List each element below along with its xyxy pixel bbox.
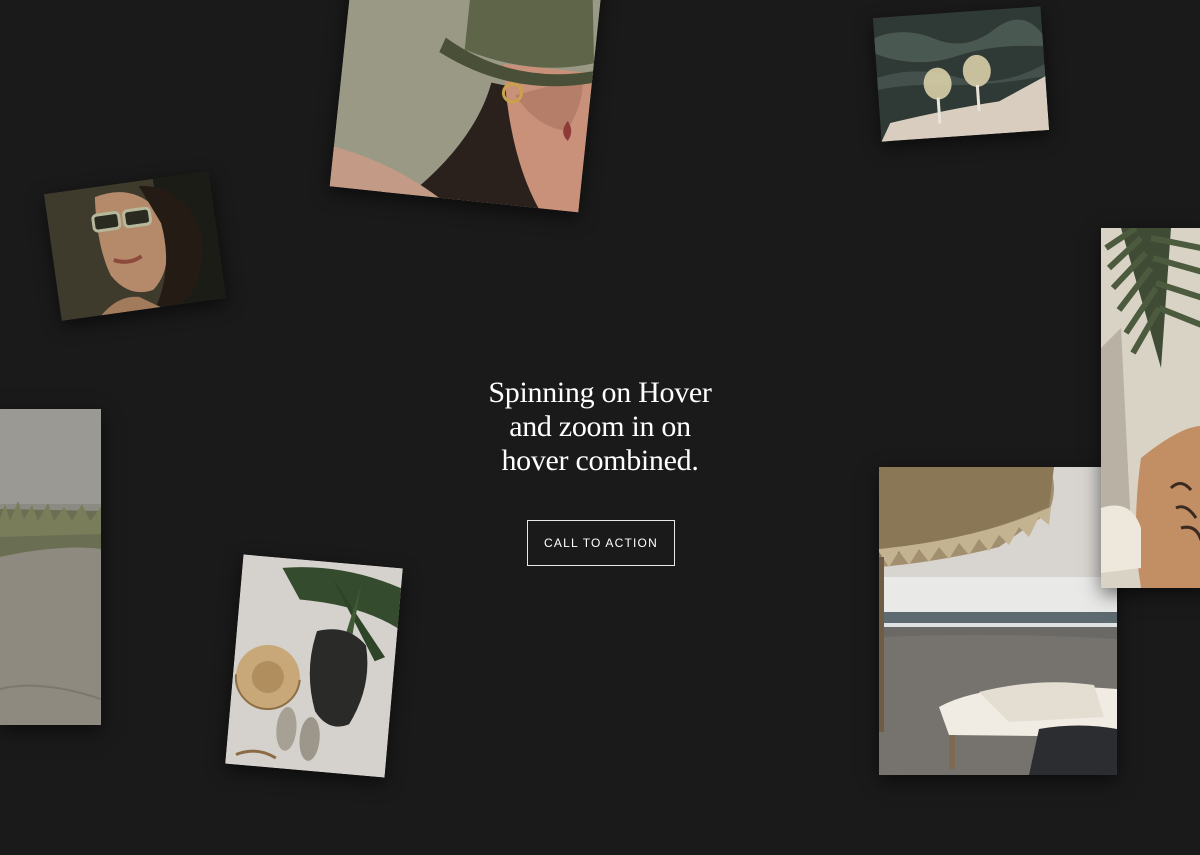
hero-heading-line-1: Spinning on Hover xyxy=(488,376,712,409)
photo-beach-flatlay[interactable] xyxy=(225,554,403,778)
call-to-action-button[interactable]: CALL TO ACTION xyxy=(527,520,675,566)
wine-pool-image xyxy=(872,6,1050,142)
photo-beach-lounger[interactable] xyxy=(879,467,1117,775)
gallery-stage: Spinning on Hover and zoom in on hover c… xyxy=(0,0,1200,855)
bucket-hat-image xyxy=(329,0,603,213)
palm-image xyxy=(1101,228,1200,588)
photo-wine-by-pool[interactable] xyxy=(872,6,1050,142)
hero-heading-line-3: hover combined. xyxy=(501,444,699,477)
flatlay-image xyxy=(225,554,403,778)
photo-palm-shadow[interactable] xyxy=(1101,228,1200,588)
photo-sand-dunes[interactable] xyxy=(0,409,101,725)
lounger-image xyxy=(879,467,1117,775)
sunglasses-image xyxy=(43,171,227,321)
hero-heading: Spinning on Hover and zoom in on hover c… xyxy=(400,376,800,478)
photo-woman-sunglasses[interactable] xyxy=(43,171,227,321)
photo-woman-bucket-hat[interactable] xyxy=(329,0,603,213)
hero-heading-line-2: and zoom in on xyxy=(509,410,691,443)
hero-block: Spinning on Hover and zoom in on hover c… xyxy=(400,376,800,478)
dunes-image xyxy=(0,409,101,725)
